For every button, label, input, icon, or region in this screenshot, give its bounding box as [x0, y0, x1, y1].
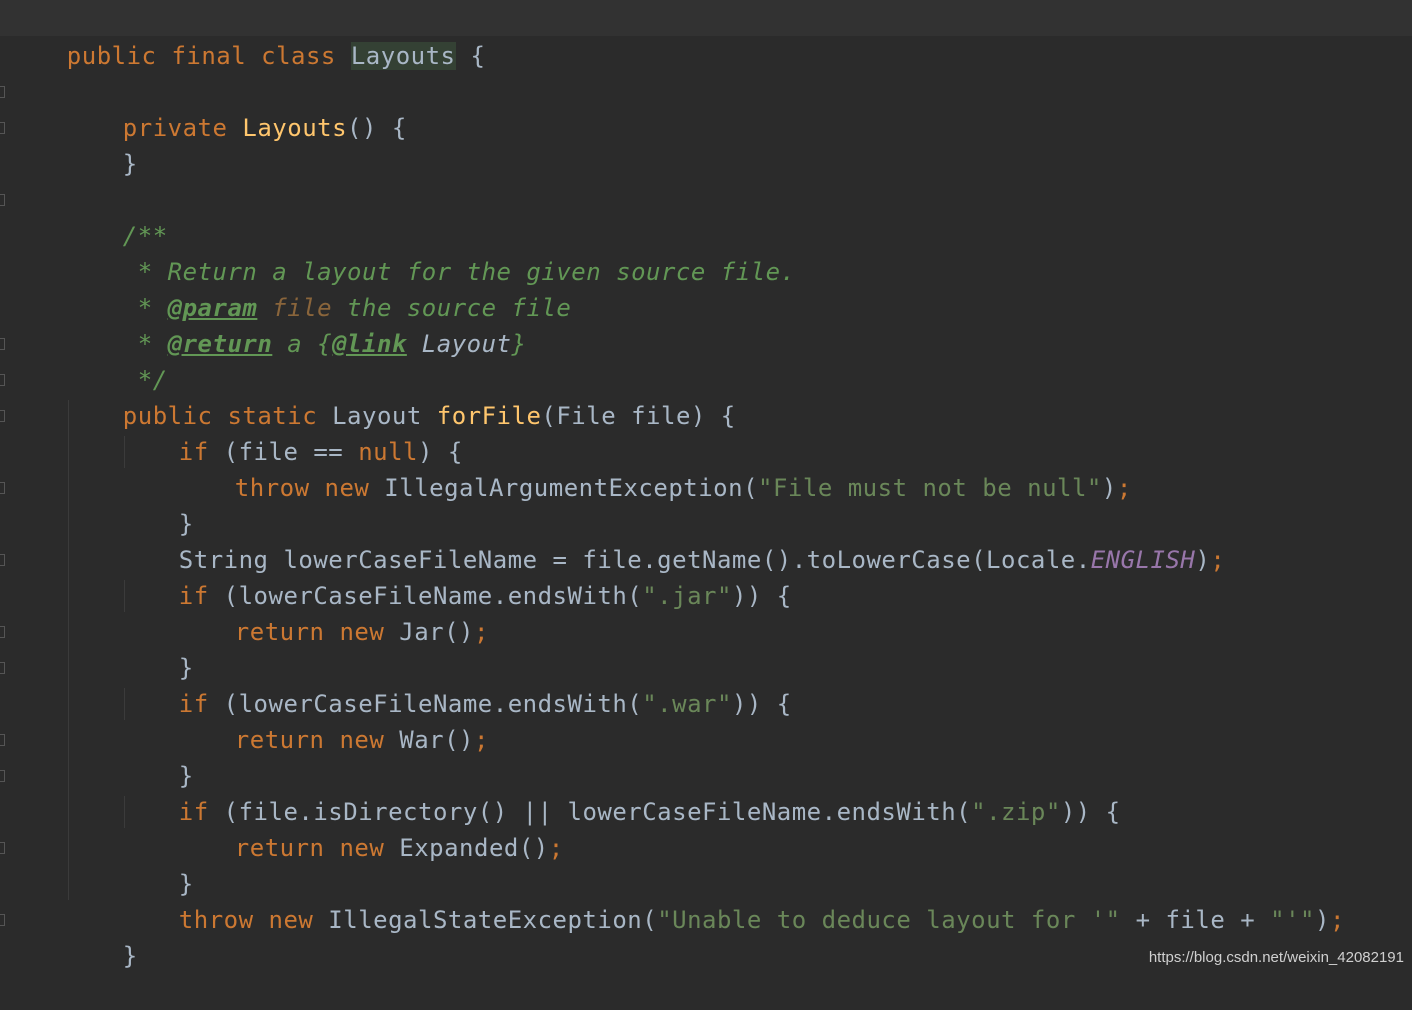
doc-comment: }: [511, 330, 527, 358]
fold-marker-icon[interactable]: [0, 626, 5, 638]
semicolon: ;: [474, 726, 489, 754]
code-line[interactable]: String lowerCaseFileName = file.getName(…: [119, 506, 1225, 574]
code-text: IllegalArgumentException(: [384, 474, 759, 502]
code-line[interactable]: private Layouts() {: [63, 74, 407, 142]
keyword: public final class: [66, 42, 351, 70]
code-line[interactable]: return new Expanded();: [175, 794, 564, 862]
semicolon: ;: [1210, 546, 1226, 574]
indent-guide: [68, 400, 69, 900]
method-name: Layouts: [242, 114, 348, 142]
keyword: throw new: [234, 474, 385, 502]
code-text: Expanded(): [399, 834, 549, 862]
fold-marker-icon[interactable]: [0, 842, 5, 854]
fold-marker-icon[interactable]: [0, 374, 5, 386]
code-text: ): [1101, 474, 1117, 502]
code-line[interactable]: * @param file the source file: [63, 254, 571, 322]
string-literal: ".jar": [642, 582, 732, 610]
code-text: ): [1195, 546, 1211, 574]
code-text: IllegalStateException(: [328, 906, 658, 934]
code-line[interactable]: /**: [63, 182, 168, 250]
code-text: )) {: [1060, 798, 1121, 826]
code-text: (File file) {: [541, 402, 736, 430]
code-line[interactable]: if (lowerCaseFileName.endsWith(".war")) …: [119, 650, 792, 718]
class-name: Layouts: [350, 42, 456, 70]
code-line[interactable]: }: [119, 722, 194, 790]
fold-marker-icon[interactable]: [0, 662, 5, 674]
code-text: ): [1314, 906, 1330, 934]
code-text: () {: [347, 114, 407, 142]
code-line[interactable]: */: [63, 326, 168, 394]
code-text: }: [122, 150, 138, 178]
semicolon: ;: [1329, 906, 1345, 934]
keyword: return new: [234, 834, 400, 862]
code-line[interactable]: throw new IllegalArgumentException("File…: [175, 434, 1132, 502]
code-text: {: [455, 42, 486, 70]
code-text: War(): [399, 726, 474, 754]
code-line[interactable]: * Return a layout for the given source f…: [63, 218, 796, 286]
string-literal: ".zip": [971, 798, 1061, 826]
code-line[interactable]: * @return a {@link Layout}: [63, 290, 526, 358]
string-literal: "File must not be null": [758, 474, 1102, 502]
fold-marker-icon[interactable]: [0, 734, 5, 746]
code-text: + file +: [1120, 906, 1271, 934]
code-line[interactable]: if (file.isDirectory() || lowerCaseFileN…: [119, 758, 1121, 826]
doc-comment: a {: [272, 330, 333, 358]
keyword: return new: [234, 618, 400, 646]
string-literal: "'": [1270, 906, 1315, 934]
semicolon: ;: [1116, 474, 1132, 502]
code-text: }: [122, 942, 138, 970]
code-line[interactable]: }: [119, 614, 194, 682]
code-line[interactable]: public static Layout forFile(File file) …: [63, 362, 736, 430]
fold-marker-icon[interactable]: [0, 770, 5, 782]
doc-tag: @link: [332, 330, 407, 358]
fold-marker-icon[interactable]: [0, 482, 5, 494]
semicolon: ;: [548, 834, 564, 862]
fold-marker-icon[interactable]: [0, 122, 5, 134]
doc-link: Layout: [406, 330, 512, 358]
keyword: private: [122, 114, 243, 142]
code-line[interactable]: if (lowerCaseFileName.endsWith(".jar")) …: [119, 542, 792, 610]
code-line[interactable]: if (file == null) {: [119, 398, 463, 466]
code-line[interactable]: return new War();: [175, 686, 489, 754]
code-editor[interactable]: public final class Layouts { private Lay…: [0, 0, 1412, 976]
code-text: Jar(): [399, 618, 474, 646]
fold-marker-icon[interactable]: [0, 914, 5, 926]
string-literal: ".war": [642, 690, 732, 718]
code-line[interactable]: throw new IllegalStateException("Unable …: [119, 866, 1345, 934]
watermark-url: https://blog.csdn.net/weixin_42082191: [1148, 949, 1404, 966]
code-line[interactable]: }: [63, 110, 138, 178]
doc-tag: @return: [167, 330, 273, 358]
keyword: return new: [234, 726, 400, 754]
keyword: throw new: [178, 906, 329, 934]
fold-marker-icon[interactable]: [0, 410, 5, 422]
fold-marker-icon[interactable]: [0, 86, 5, 98]
fold-marker-icon[interactable]: [0, 194, 5, 206]
semicolon: ;: [474, 618, 489, 646]
code-line[interactable]: }: [119, 830, 194, 898]
fold-marker-icon[interactable]: [0, 338, 5, 350]
code-text: )) {: [731, 582, 792, 610]
code-line[interactable]: }: [119, 470, 194, 538]
code-line[interactable]: public final class Layouts {: [7, 2, 485, 70]
code-text: )) {: [731, 690, 792, 718]
string-literal: "Unable to deduce layout for '": [657, 906, 1121, 934]
code-line[interactable]: }: [63, 902, 138, 970]
code-line[interactable]: return new Jar();: [175, 578, 489, 646]
fold-marker-icon[interactable]: [0, 554, 5, 566]
static-field: ENGLISH: [1090, 546, 1196, 574]
